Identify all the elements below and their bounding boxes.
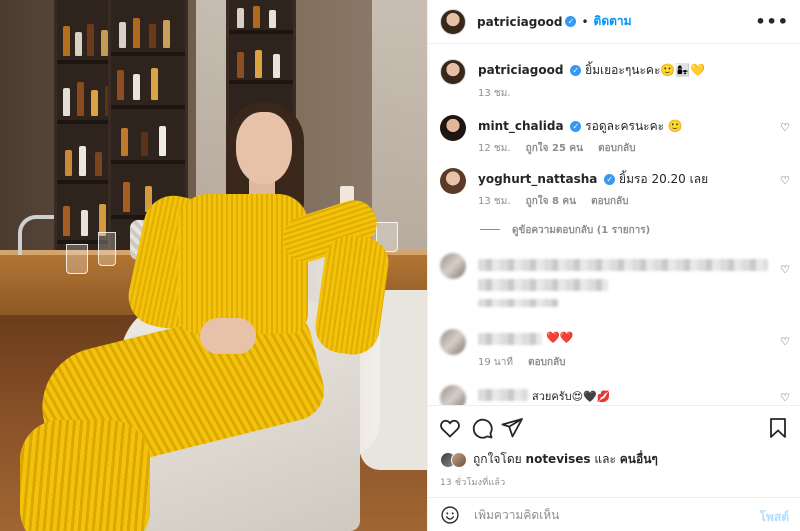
bookmark-save-icon[interactable] [766, 416, 790, 440]
comment-bubble-icon[interactable] [470, 416, 494, 440]
like-heart-icon[interactable] [438, 416, 462, 440]
author-username[interactable]: patriciagood [477, 15, 562, 29]
like-comment-heart-icon[interactable]: ♡ [780, 391, 790, 404]
comment-likes[interactable]: ถูกใจ 8 คน [526, 196, 576, 207]
yellow-knit-outfit [178, 194, 308, 334]
author-avatar[interactable] [440, 59, 466, 85]
follow-button[interactable]: ติดตาม [594, 12, 632, 31]
comment-username[interactable]: mint_chalida [478, 119, 564, 133]
blurred-comment-text [478, 279, 608, 291]
comment-row: yoghurt_nattasha ✓ ยิ้มรอ 20.20 เลย ♡ 13… [440, 168, 790, 208]
caption-username[interactable]: patriciagood [478, 63, 563, 77]
comment-text: ❤️❤️ [546, 331, 574, 344]
reply-button[interactable]: ตอบกลับ [528, 357, 565, 368]
commenter-avatar[interactable] [440, 168, 466, 194]
blurred-username [478, 333, 542, 345]
blurred-comment-text [478, 259, 768, 271]
comment-row: สวยครับ😍🖤💋 ♡ [440, 385, 790, 405]
author-avatar[interactable] [440, 8, 466, 35]
liked-by-line: ถูกใจโดย notevises และ คนอื่นๆ [440, 450, 658, 469]
comment-row: mint_chalida ✓ รอดูละครนะคะ 🙂 ♡ 12 ชม. ถ… [440, 115, 790, 155]
post-comment-button[interactable]: โพสต์ [760, 508, 789, 527]
reply-button[interactable]: ตอบกลับ [598, 143, 635, 154]
blurred-username [478, 389, 528, 401]
replies-divider [480, 229, 500, 230]
comment-text: สวยครับ😍🖤💋 [532, 390, 611, 403]
liker-avatar[interactable] [451, 451, 467, 468]
caption-text: ยิ้มเยอะๆนะคะ🙂👩‍👧💛 [585, 63, 706, 77]
like-comment-heart-icon[interactable]: ♡ [780, 263, 790, 276]
verified-badge-icon: ✓ [570, 121, 582, 132]
comment-time[interactable]: 13 ชม. [478, 196, 510, 207]
separator-dot: • [581, 14, 589, 29]
comment-time[interactable]: 12 ชม. [478, 143, 510, 154]
caption-time[interactable]: 13 ชม. [478, 88, 510, 99]
liked-by-joiner: และ [594, 452, 616, 466]
emoji-smiley-icon[interactable] [440, 505, 460, 525]
commenter-avatar[interactable] [440, 253, 466, 279]
liked-by-prefix: ถูกใจโดย [473, 452, 522, 466]
comment-likes[interactable]: ถูกใจ 25 คน [526, 143, 583, 154]
share-paper-plane-icon[interactable] [500, 416, 524, 440]
comment-row: ❤️❤️ ♡ 19 นาที ตอบกลับ [440, 329, 790, 373]
comment-input[interactable] [474, 507, 744, 522]
post-header: patriciagood ✓ • ติดตาม ••• [428, 0, 800, 44]
verified-badge-icon: ✓ [604, 174, 616, 185]
commenter-avatar[interactable] [440, 385, 466, 405]
liked-by-user[interactable]: notevises [526, 452, 591, 466]
woman-face [236, 112, 292, 184]
commenter-avatar[interactable] [440, 115, 466, 141]
post-photo[interactable] [0, 0, 427, 531]
post-side-panel: patriciagood ✓ • ติดตาม ••• patriciagood… [427, 0, 800, 531]
view-replies-button[interactable]: ดูข้อความตอบกลับ (1 รายการ) [480, 223, 650, 238]
liked-by-others[interactable]: คนอื่นๆ [620, 452, 658, 466]
post-actions: ถูกใจโดย notevises และ คนอื่นๆ 13 ชั่วโม… [428, 405, 800, 505]
comment-username[interactable]: yoghurt_nattasha [478, 172, 597, 186]
instagram-post: patriciagood ✓ • ติดตาม ••• patriciagood… [0, 0, 800, 531]
verified-badge-icon: ✓ [570, 65, 582, 76]
comment-time[interactable]: 19 นาที [478, 357, 513, 368]
more-options-icon[interactable]: ••• [755, 12, 789, 31]
comments-list[interactable]: patriciagood ✓ ยิ้มเยอะๆนะคะ🙂👩‍👧💛 13 ชม.… [428, 45, 800, 405]
like-comment-heart-icon[interactable]: ♡ [780, 335, 790, 348]
comment-text: ยิ้มรอ 20.20 เลย [619, 172, 709, 186]
like-comment-heart-icon[interactable]: ♡ [780, 121, 790, 134]
add-comment-bar: โพสต์ [428, 497, 800, 531]
caption-row: patriciagood ✓ ยิ้มเยอะๆนะคะ🙂👩‍👧💛 13 ชม. [440, 59, 790, 109]
comment-text: รอดูละครนะคะ 🙂 [585, 119, 683, 133]
commenter-avatar[interactable] [440, 329, 466, 355]
verified-badge-icon: ✓ [565, 16, 577, 27]
like-comment-heart-icon[interactable]: ♡ [780, 174, 790, 187]
comment-row: ♡ [440, 253, 790, 313]
reply-button[interactable]: ตอบกลับ [591, 196, 628, 207]
blurred-comment-meta [478, 299, 558, 307]
post-timestamp[interactable]: 13 ชั่วโมงที่แล้ว [440, 475, 505, 489]
